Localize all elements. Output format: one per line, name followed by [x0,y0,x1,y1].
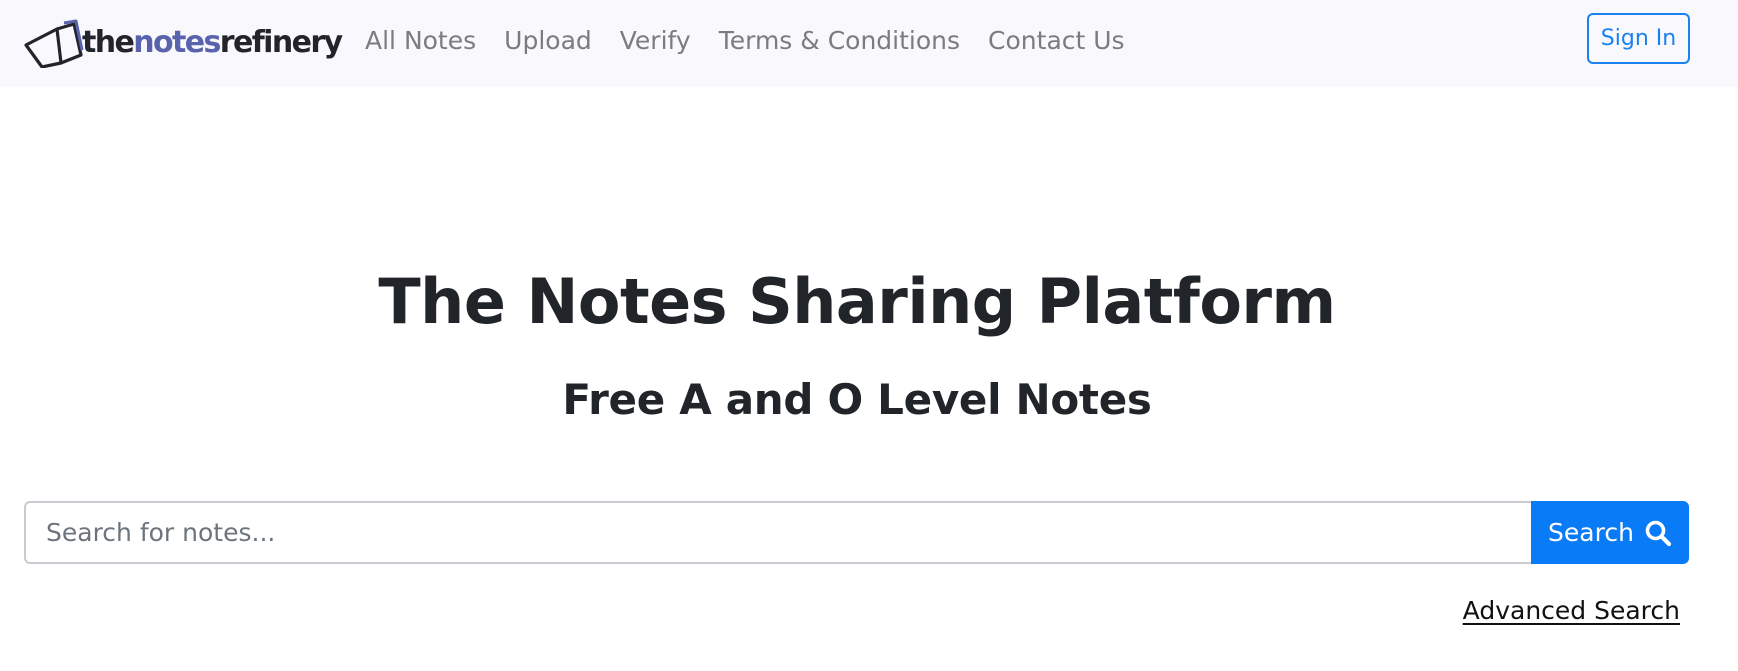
search-form: Search [24,501,1689,564]
search-input[interactable] [24,501,1531,564]
brand-logo-link[interactable]: thenotesrefinery [24,18,343,68]
navbar: thenotesrefinery All Notes Upload Verify… [0,0,1738,87]
nav-link-upload[interactable]: Upload [504,26,592,55]
page-subtitle: Free A and O Level Notes [562,375,1152,424]
book-logo-icon [24,19,84,68]
search-button[interactable]: Search [1531,501,1689,564]
nav-link-verify[interactable]: Verify [620,26,691,55]
main-nav: All Notes Upload Verify Terms & Conditio… [365,0,1153,80]
search-button-label: Search [1548,518,1634,547]
brand-name-the: the [82,25,135,60]
page-title: The Notes Sharing Platform [378,265,1336,338]
nav-link-all-notes[interactable]: All Notes [365,26,476,55]
nav-link-contact[interactable]: Contact Us [988,26,1125,55]
brand-name-notes: notes [133,25,221,60]
advanced-search-link[interactable]: Advanced Search [1463,596,1680,625]
brand-name-refinery: refinery [219,25,343,60]
sign-in-button[interactable]: Sign In [1587,13,1690,64]
nav-link-terms[interactable]: Terms & Conditions [719,26,960,55]
brand-name: thenotesrefinery [82,25,343,60]
search-icon [1645,520,1672,546]
